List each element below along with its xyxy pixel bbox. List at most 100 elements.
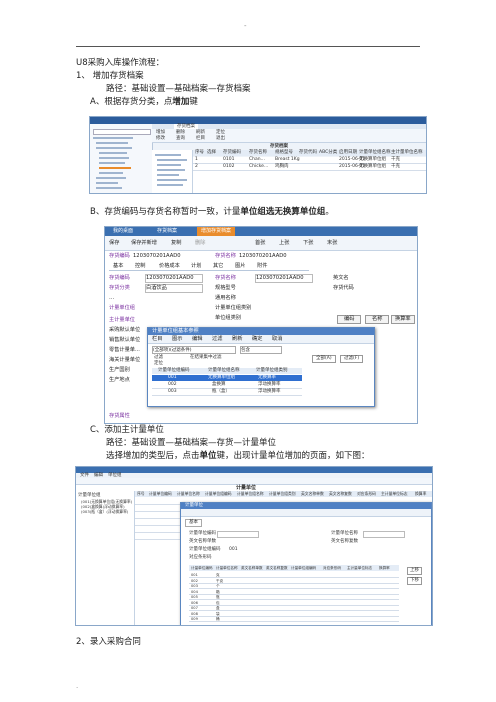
- col-header: 主计量单位名称: [391, 150, 423, 155]
- toolbar-query[interactable]: 查询: [176, 136, 185, 142]
- name-col-button[interactable]: 名称: [365, 315, 390, 324]
- result-filter-checkbox[interactable]: 在结果集中过滤: [190, 355, 222, 361]
- header-mark: -: [244, 22, 247, 30]
- col-header: 英文名称单数: [301, 491, 324, 496]
- last-button[interactable]: 末张: [327, 240, 337, 247]
- screenshot-unit-of-measure: 文件 编辑 单位组 计量单位 计量单位组 (001)无换算单位组(无换算率) (…: [75, 466, 433, 626]
- unit-code-input[interactable]: [217, 531, 259, 538]
- all-button[interactable]: 全部(A): [312, 355, 336, 363]
- save-new-button[interactable]: 保存并新增: [131, 240, 157, 247]
- field-label: 主计量单位: [109, 317, 135, 323]
- ref-row-selected[interactable]: 001 无换算单位组 无换算率: [152, 375, 302, 381]
- step-c-desc: 选择增加的类型后，点击单位键，出现计量单位增加的页面，如下图：: [106, 451, 370, 461]
- unit-group-ref-dialog: 计量单位组基本参照 栏目 图示 编辑 过滤 刷新 确定 取消 (全部项)(过滤条…: [147, 327, 375, 407]
- field-label: 存货分类: [109, 285, 130, 291]
- toolbar-exit[interactable]: 退出: [216, 136, 225, 142]
- col-header: 启用日期: [339, 150, 357, 155]
- col-header: 计量单位组编码: [291, 566, 317, 570]
- tab-inventory[interactable]: 存货档案: [157, 228, 177, 234]
- col-header: 选择: [207, 150, 216, 155]
- col-header: 换算率: [379, 566, 390, 570]
- col-header: 计量单位名称: [216, 566, 238, 570]
- field-label: 零售计量单...: [109, 347, 140, 353]
- columns-button[interactable]: 栏目: [152, 336, 162, 343]
- ref-row[interactable]: 003 瓶（盒） 浮动换算率: [152, 389, 302, 396]
- dialog-grid-header: 计量单位编码 计量单位名称 英文名称单数 英文名称复数 计量单位组编码 对应条形…: [189, 565, 399, 571]
- search-input[interactable]: [93, 129, 151, 135]
- subtab-price[interactable]: 价格成本: [159, 263, 180, 270]
- subtab-plan[interactable]: 计划: [191, 263, 201, 270]
- field-label: 采购默认单位: [109, 327, 141, 333]
- category-tree: [152, 150, 193, 193]
- save-button[interactable]: 保存: [109, 240, 119, 247]
- prev-button[interactable]: 上张: [279, 240, 289, 247]
- field-label: 海关计量单位: [109, 357, 141, 363]
- selected-tree-item[interactable]: [99, 167, 131, 169]
- ref-row[interactable]: 002 盒换算 浮动换算率: [152, 382, 302, 389]
- move-down-button[interactable]: 下移: [407, 577, 422, 585]
- toolbar: [76, 478, 432, 485]
- screenshot-add-inventory: 我的桌面 存货档案 增加存货档案 保存 保存并新增 复制 删除 首张 上张 下张…: [104, 226, 418, 424]
- move-up-button[interactable]: 上移: [407, 567, 422, 575]
- rate-col-button[interactable]: 换算率: [391, 315, 415, 324]
- toolbar-columns[interactable]: 栏目: [196, 136, 205, 142]
- code-label: 存货编码: [109, 253, 130, 259]
- unit-name-input[interactable]: [363, 531, 405, 538]
- nav-tree: [90, 124, 153, 193]
- subtab-basic[interactable]: 基本: [113, 263, 123, 270]
- field-label: 对应条形码: [189, 555, 212, 560]
- filter-select[interactable]: (全部项)(过滤条件): [152, 346, 236, 354]
- col-header: 计量单位组类别: [269, 491, 296, 496]
- refresh-button[interactable]: 刷新: [232, 336, 242, 343]
- toolbar: 增加 修改 删除 查询 刷新 栏目 定位 退出: [152, 129, 426, 143]
- col-header: 对应条形码: [323, 566, 341, 570]
- table-row[interactable]: 2 0102 Chicke... 鸡胸肉 2015-06-01 无换算单位组 千…: [193, 164, 426, 171]
- tab-desktop[interactable]: 我的桌面: [113, 228, 133, 234]
- col-header: 存货名称: [249, 150, 267, 155]
- name-field[interactable]: 1203070201AAD0: [255, 274, 313, 283]
- subtab-image[interactable]: 图片: [235, 263, 245, 270]
- subtab-strip: 基本 控制 价格成本 计划 其它 图片 附件: [109, 262, 309, 271]
- field-label: 英文名称复数: [331, 539, 358, 544]
- col-header: 计量单位组名称: [237, 491, 264, 496]
- tree-item[interactable]: (003)瓶（盒）(浮动换算率): [81, 509, 128, 515]
- toolbar: 保存 保存并新增 复制 删除 首张 上张 下张 末张: [105, 236, 417, 251]
- delete-button[interactable]: 删除: [195, 240, 205, 247]
- filter-button[interactable]: 过滤: [212, 336, 222, 343]
- unit-row[interactable]: 009 桶: [189, 616, 399, 622]
- edit-button[interactable]: 编辑: [192, 336, 202, 343]
- field-label: 计量单位组编码: [189, 547, 221, 552]
- screenshot-inventory-archive: 存货档案 增加 修改 删除 查询 刷新 栏目 定位 退出 存货档案 序号 选择 …: [89, 116, 427, 194]
- col-header: 对应条形码: [357, 491, 376, 496]
- ok-button[interactable]: 确定: [252, 336, 262, 343]
- tab-basic[interactable]: 基本: [185, 519, 202, 527]
- table-row[interactable]: 1 0101 Chan... Breast 1Kg 2015-06-01 无换算…: [193, 157, 426, 164]
- subtab-control[interactable]: 控制: [135, 263, 145, 270]
- match-select[interactable]: 包含: [240, 346, 282, 354]
- first-button[interactable]: 首张: [255, 240, 265, 247]
- copy-button[interactable]: 复制: [171, 240, 181, 247]
- next-button[interactable]: 下张: [303, 240, 313, 247]
- grid-empty-area: [193, 171, 426, 193]
- code-field[interactable]: 1203070201AAD0: [145, 274, 203, 283]
- category-field[interactable]: 白酒饮品: [145, 284, 203, 293]
- dialog-title: 计量单位组基本参照: [152, 328, 199, 334]
- locate-radio[interactable]: 定位: [154, 361, 163, 367]
- subtab-other[interactable]: 其它: [213, 263, 223, 270]
- dialog-title-bar: 计量单位组基本参照: [148, 328, 374, 335]
- apply-filter-button[interactable]: 过滤(F): [340, 355, 364, 363]
- col-header: 计量单位编码: [149, 491, 172, 496]
- cancel-button[interactable]: 取消: [272, 336, 282, 343]
- code-col-button[interactable]: 编码: [337, 315, 362, 324]
- step-c: C、添加主计量单位: [90, 425, 164, 435]
- col-header: 英文名称单数: [241, 566, 263, 570]
- dialog-toolbar: 栏目 图示 编辑 过滤 刷新 确定 取消: [148, 335, 374, 344]
- chart-button[interactable]: 图示: [172, 336, 182, 343]
- step-1: 1、 增加存货档案: [76, 71, 144, 81]
- col-header: 英文名称复数: [329, 491, 352, 496]
- toolbar-edit[interactable]: 修改: [156, 136, 165, 142]
- subtab-attachment[interactable]: 附件: [257, 263, 267, 270]
- name-label: 存货名称: [215, 253, 236, 259]
- ref-grid-header: 计量单位组编码 计量单位组名称 计量单位组类别: [152, 368, 302, 374]
- col-header: 序号: [195, 150, 204, 155]
